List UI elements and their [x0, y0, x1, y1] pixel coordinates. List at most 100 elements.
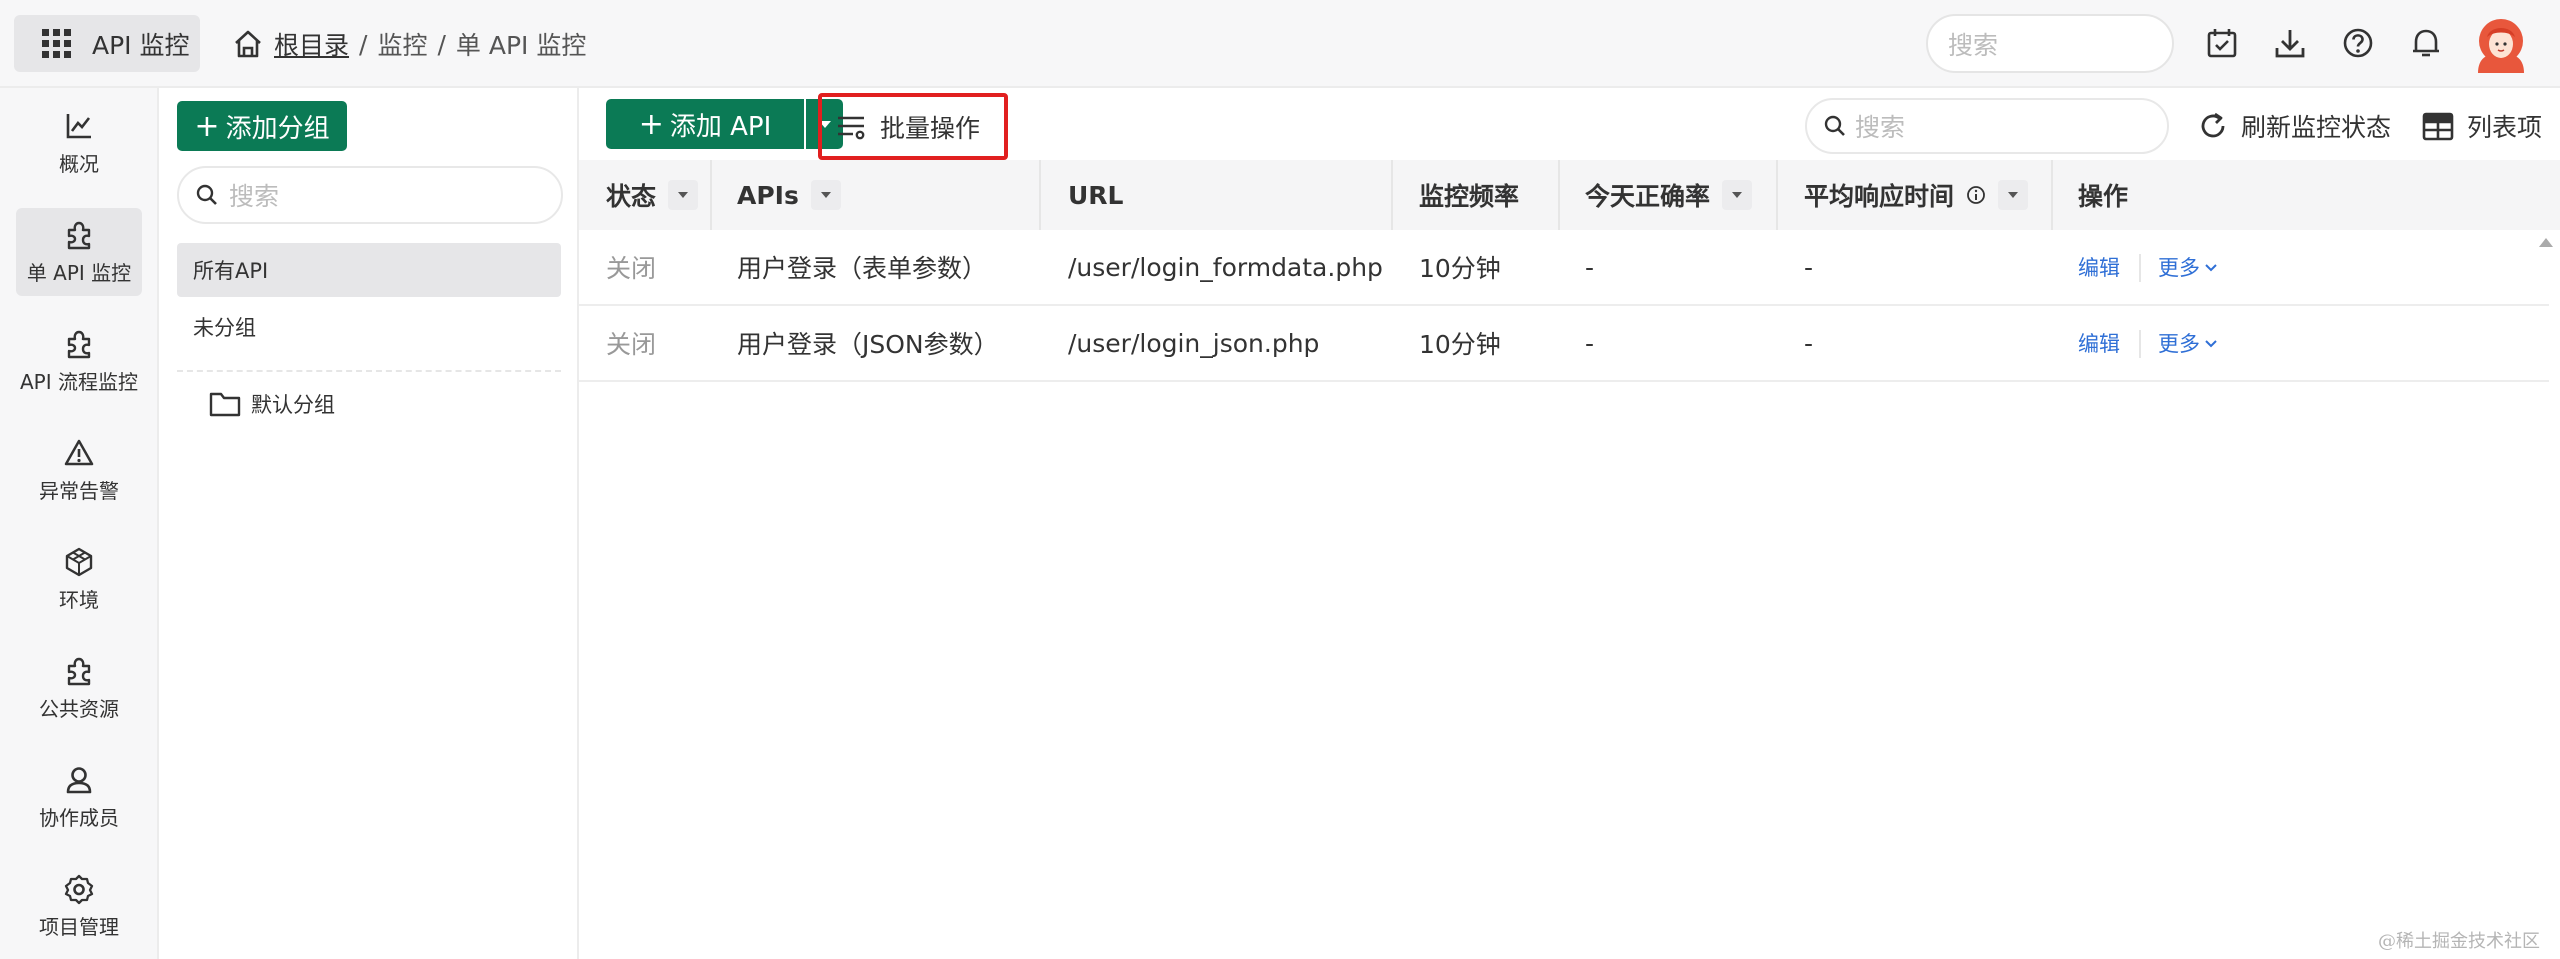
- nav-item-shared-resources[interactable]: 公共资源: [16, 644, 142, 732]
- column-header-label: 今天正确率: [1585, 182, 1711, 211]
- column-divider: [1558, 160, 1560, 230]
- group-item-ungrouped[interactable]: 未分组: [177, 300, 561, 354]
- nav-item-label: 概况: [59, 151, 99, 176]
- group-search-placeholder: 搜索: [229, 182, 280, 211]
- more-label: 更多: [2158, 332, 2200, 356]
- nav-item-label: 异常告警: [39, 478, 119, 503]
- plus-icon: +: [638, 106, 664, 142]
- breadcrumb-separator: /: [359, 29, 368, 59]
- table-row[interactable]: 关闭 用户登录（表单参数） /user/login_formdata.php 1…: [579, 230, 2549, 306]
- column-header-label: APIs: [737, 180, 799, 210]
- api-search-placeholder: 搜索: [1855, 113, 1906, 142]
- bell-icon[interactable]: [2409, 26, 2443, 60]
- column-header-frequency: 监控频率: [1419, 160, 1519, 230]
- nav-item-project-settings[interactable]: 项目管理: [16, 862, 142, 950]
- column-filter-button[interactable]: [1998, 180, 2029, 210]
- breadcrumb-monitor-link[interactable]: 监控: [377, 26, 427, 62]
- nav-item-single-api-monitor[interactable]: 单 API 监控: [16, 208, 142, 296]
- column-header-accuracy: 今天正确率: [1585, 160, 1753, 230]
- apps-grid-icon: [42, 28, 72, 59]
- group-panel: + 添加分组 搜索 所有API 未分组 默认分组: [159, 88, 579, 959]
- scrollbar-up-arrow[interactable]: [2539, 238, 2553, 247]
- calendar-check-icon[interactable]: [2205, 26, 2239, 60]
- column-header-url: URL: [1068, 160, 1123, 230]
- app-switcher-button[interactable]: API 监控: [14, 15, 200, 72]
- table-columns-icon: [2422, 112, 2454, 141]
- column-header-status: 状态: [606, 160, 699, 230]
- url-cell: /user/login_json.php: [1068, 328, 1320, 358]
- cube-icon: [65, 547, 93, 576]
- download-icon[interactable]: [2273, 26, 2307, 60]
- table-header: 状态 APIs URL 监控频率 今天正确率 平均响应时间 操作: [579, 160, 2560, 230]
- global-search-placeholder: 搜索: [1948, 30, 1999, 60]
- group-search-input[interactable]: 搜索: [177, 166, 563, 224]
- batch-operations-button[interactable]: 批量操作: [818, 93, 1008, 160]
- status-cell: 关闭: [606, 330, 657, 359]
- column-filter-button[interactable]: [1722, 180, 1753, 210]
- column-filter-button[interactable]: [810, 180, 841, 210]
- status-cell: 关闭: [606, 254, 657, 283]
- frequency-cell: 10分钟: [1419, 254, 1501, 283]
- app-root: API 监控 根目录 / 监控 / 单 API 监控 搜索 概况 单 API 监…: [0, 0, 2560, 959]
- nav-item-label: API 流程监控: [20, 369, 138, 394]
- info-icon[interactable]: [1966, 185, 1986, 205]
- avatar[interactable]: [2472, 15, 2530, 73]
- refresh-status-label: 刷新监控状态: [2241, 113, 2392, 142]
- nav-item-label: 协作成员: [39, 805, 119, 830]
- refresh-status-button[interactable]: 刷新监控状态: [2197, 106, 2391, 146]
- column-divider: [710, 160, 712, 230]
- folder-icon: [209, 392, 241, 417]
- group-item-label: 所有API: [193, 259, 269, 283]
- more-dropdown[interactable]: 更多: [2158, 306, 2218, 380]
- avg-time-cell: -: [1804, 252, 1814, 282]
- global-search-input[interactable]: 搜索: [1926, 14, 2174, 73]
- column-filter-button[interactable]: [668, 180, 699, 210]
- accuracy-cell: -: [1585, 328, 1595, 358]
- caret-down-icon: [1732, 192, 1743, 198]
- edit-link[interactable]: 编辑: [2078, 230, 2120, 304]
- breadcrumb-current: 单 API 监控: [455, 31, 587, 60]
- edit-link[interactable]: 编辑: [2078, 306, 2120, 380]
- caret-down-icon: [820, 192, 831, 198]
- top-bar: API 监控 根目录 / 监控 / 单 API 监控 搜索: [0, 0, 2560, 88]
- column-header-label: 操作: [2078, 182, 2129, 211]
- help-icon[interactable]: [2341, 26, 2375, 60]
- columns-label: 列表项: [2467, 113, 2543, 142]
- nav-item-api-flow-monitor[interactable]: API 流程监控: [16, 317, 142, 405]
- columns-button[interactable]: 列表项: [2421, 106, 2542, 146]
- user-icon: [66, 766, 92, 793]
- caret-down-icon: [678, 192, 689, 198]
- nav-item-alerts[interactable]: 异常告警: [16, 426, 142, 514]
- nav-item-overview[interactable]: 概况: [16, 99, 142, 187]
- batch-operations-label: 批量操作: [880, 113, 981, 143]
- add-group-button[interactable]: + 添加分组: [177, 101, 347, 151]
- add-group-label: 添加分组: [225, 113, 330, 144]
- more-dropdown[interactable]: 更多: [2158, 230, 2218, 304]
- warning-icon: [64, 439, 94, 465]
- api-name-cell[interactable]: 用户登录（表单参数）: [737, 230, 987, 304]
- add-api-button[interactable]: + 添加 API: [606, 99, 804, 149]
- group-divider: [177, 370, 561, 372]
- search-icon: [196, 184, 217, 205]
- group-item-all[interactable]: 所有API: [177, 243, 561, 297]
- nav-item-environment[interactable]: 环境: [16, 535, 142, 623]
- chevron-down-icon: [2205, 264, 2217, 272]
- nav-item-label: 项目管理: [39, 914, 119, 939]
- column-divider: [1391, 160, 1393, 230]
- api-name-cell[interactable]: 用户登录（JSON参数）: [737, 306, 999, 380]
- folder-item-default[interactable]: 默认分组: [209, 383, 335, 425]
- breadcrumb-root-link[interactable]: 根目录: [274, 26, 349, 62]
- puzzle-icon: [67, 657, 91, 685]
- nav-item-members[interactable]: 协作成员: [16, 753, 142, 841]
- nav-item-label: 单 API 监控: [26, 260, 132, 285]
- puzzle-icon: [67, 330, 91, 358]
- table-row[interactable]: 关闭 用户登录（JSON参数） /user/login_json.php 10分…: [579, 306, 2549, 382]
- left-nav: 概况 单 API 监控 API 流程监控 异常告警 环境 公共资源 协作成员 项…: [0, 88, 159, 959]
- breadcrumb: 根目录 / 监控 / 单 API 监控: [232, 26, 586, 62]
- breadcrumb-separator: /: [437, 29, 446, 59]
- accuracy-cell: -: [1585, 252, 1595, 282]
- group-item-label: 未分组: [193, 316, 256, 340]
- column-header-label: URL: [1068, 180, 1124, 210]
- column-header-operations: 操作: [2078, 160, 2128, 230]
- api-search-input[interactable]: 搜索: [1805, 98, 2169, 154]
